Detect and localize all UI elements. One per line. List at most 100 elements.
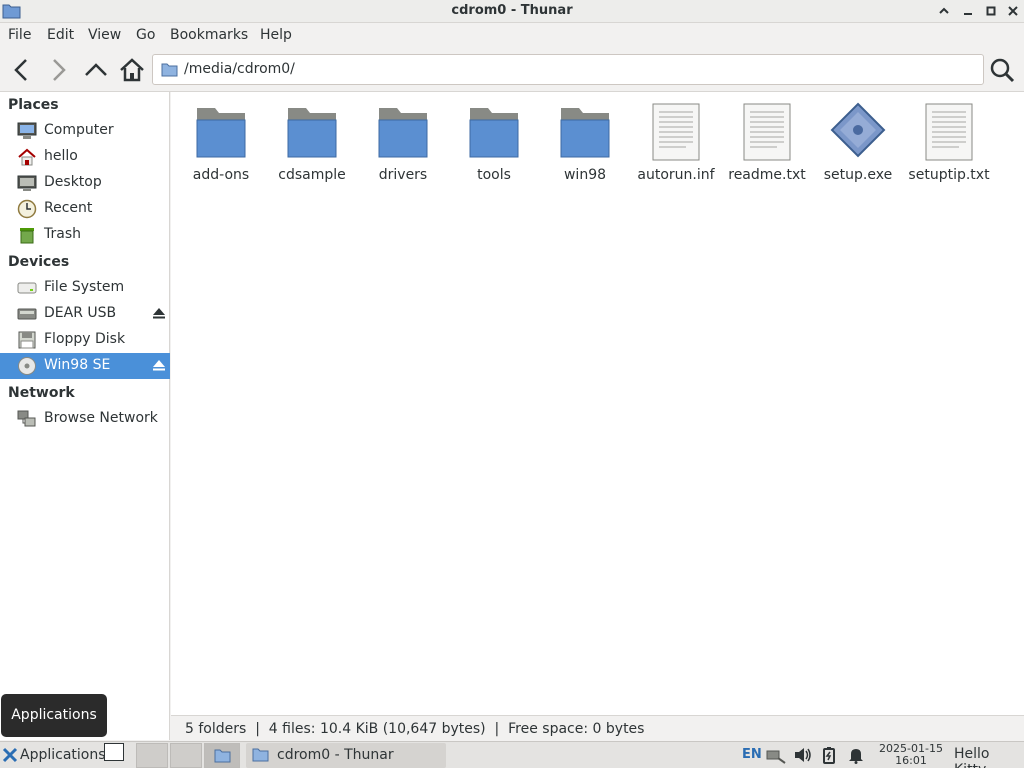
arrow-right-icon (53, 59, 66, 81)
menu-file[interactable]: File (8, 27, 31, 43)
sidebar-item-floppy-disk[interactable]: Floppy Disk (0, 327, 170, 353)
clock[interactable]: 2025-01-15 16:01 (872, 743, 950, 767)
sidebar-item-label: Browse Network (44, 410, 158, 426)
toolbar: /media/cdrom0/ (0, 48, 1024, 92)
menu-edit[interactable]: Edit (47, 27, 74, 43)
file-view[interactable]: add-ons cdsample drivers tools win98 aut… (171, 92, 1024, 715)
status-bar: 5 folders | 4 files: 10.4 KiB (10,647 by… (171, 715, 1024, 741)
user-name[interactable]: Hello Kitty (954, 746, 1024, 768)
file-item-drivers[interactable]: drivers (357, 100, 445, 190)
sidebar-item-recent[interactable]: Recent (0, 196, 170, 222)
minimize-button[interactable] (958, 2, 978, 20)
show-desktop-button[interactable] (104, 743, 124, 761)
home-button[interactable] (118, 56, 146, 84)
parent-folder-button[interactable] (82, 56, 110, 84)
sidebar-item-label: File System (44, 279, 125, 295)
drive-icon (17, 282, 37, 294)
network-heading: Network (8, 385, 75, 401)
bell-icon[interactable] (848, 746, 864, 764)
volume-icon[interactable] (794, 747, 812, 763)
forward-button[interactable] (44, 56, 72, 84)
sidebar-item-label: hello (44, 148, 78, 164)
sidebar-item-trash[interactable]: Trash (0, 222, 170, 248)
sidebar-item-browse-network[interactable]: Browse Network (0, 406, 170, 432)
home-icon (18, 148, 36, 166)
minimize-icon (964, 13, 972, 15)
file-item-tools[interactable]: tools (448, 100, 536, 190)
desktop-icon (17, 175, 37, 191)
file-item-setuptip-txt[interactable]: setuptip.txt (903, 100, 991, 190)
folder-icon (378, 108, 428, 158)
sidebar-item-label: Win98 SE (44, 357, 111, 373)
folder-icon (161, 63, 178, 77)
sidebar-item-computer[interactable]: Computer (0, 118, 170, 144)
workspace-3[interactable] (204, 743, 240, 768)
back-button[interactable] (8, 56, 36, 84)
window-title: cdrom0 - Thunar (451, 3, 573, 18)
sidebar-item-label: Recent (44, 200, 93, 216)
file-item-cdsample[interactable]: cdsample (266, 100, 354, 190)
taskbar: Applications cdrom0 - Thunar EN 2025-01-… (0, 741, 1024, 768)
location-path: /media/cdrom0/ (184, 61, 295, 77)
file-item-add-ons[interactable]: add-ons (175, 100, 263, 190)
close-button[interactable] (1003, 2, 1023, 20)
menu-go[interactable]: Go (136, 27, 155, 43)
keyboard-layout-indicator[interactable]: EN (742, 747, 762, 762)
battery-icon[interactable] (822, 746, 836, 764)
file-item-setup-exe[interactable]: setup.exe (812, 100, 900, 190)
file-name: win98 (563, 167, 607, 183)
close-icon (1008, 6, 1018, 16)
places-heading: Places (8, 97, 59, 113)
sidebar-item-label: Trash (44, 226, 81, 242)
file-name: readme.txt (728, 167, 806, 183)
sidebar-item-label: Floppy Disk (44, 331, 126, 347)
maximize-icon (986, 6, 996, 16)
search-button[interactable] (988, 56, 1016, 84)
shade-button[interactable] (934, 2, 954, 20)
xfce-logo-icon (2, 747, 18, 763)
menu-view[interactable]: View (88, 27, 121, 43)
applications-menu-button[interactable]: Applications (0, 743, 106, 768)
file-name: cdsample (278, 167, 346, 183)
menu-help[interactable]: Help (260, 27, 292, 43)
clock-icon (17, 199, 37, 219)
sidebar-item-label: DEAR USB (44, 305, 117, 321)
trash-icon (20, 228, 34, 244)
eject-icon[interactable] (152, 358, 166, 372)
taskbar-task-thunar[interactable]: cdrom0 - Thunar (246, 743, 446, 768)
network-status-icon[interactable] (766, 746, 786, 764)
eject-icon[interactable] (152, 306, 166, 320)
sidebar-item-win98-se[interactable]: Win98 SE (0, 353, 170, 379)
file-name: setuptip.txt (908, 167, 990, 183)
devices-heading: Devices (8, 254, 70, 270)
sidebar-item-file-system[interactable]: File System (0, 275, 170, 301)
applications-tooltip: Applications (1, 694, 107, 737)
usb-drive-icon (17, 308, 37, 320)
file-name: autorun.inf (637, 167, 715, 183)
folder-icon (287, 108, 337, 158)
file-name: tools (477, 167, 511, 183)
floppy-icon (18, 331, 36, 349)
arrow-up-icon (85, 63, 107, 76)
sidebar-item-desktop[interactable]: Desktop (0, 170, 170, 196)
file-name: setup.exe (823, 167, 893, 183)
file-name: add-ons (192, 167, 250, 183)
title-bar: cdrom0 - Thunar (0, 0, 1024, 23)
status-text: 5 folders | 4 files: 10.4 KiB (10,647 by… (185, 721, 645, 737)
file-item-win98[interactable]: win98 (539, 100, 627, 190)
sidebar-item-hello[interactable]: hello (0, 144, 170, 170)
clock-time: 16:01 (895, 754, 927, 767)
maximize-button[interactable] (981, 2, 1001, 20)
cdrom-icon (18, 357, 36, 375)
text-file-icon (925, 103, 973, 161)
workspace-2[interactable] (170, 743, 202, 768)
workspace-1[interactable] (136, 743, 168, 768)
folder-icon (252, 748, 269, 762)
file-item-autorun-inf[interactable]: autorun.inf (630, 100, 718, 190)
menu-bookmarks[interactable]: Bookmarks (170, 27, 248, 43)
file-item-readme-txt[interactable]: readme.txt (721, 100, 809, 190)
sidebar-item-dear-usb[interactable]: DEAR USB (0, 301, 170, 327)
location-bar[interactable]: /media/cdrom0/ (152, 54, 984, 85)
computer-icon (17, 122, 37, 139)
folder-icon (469, 108, 519, 158)
